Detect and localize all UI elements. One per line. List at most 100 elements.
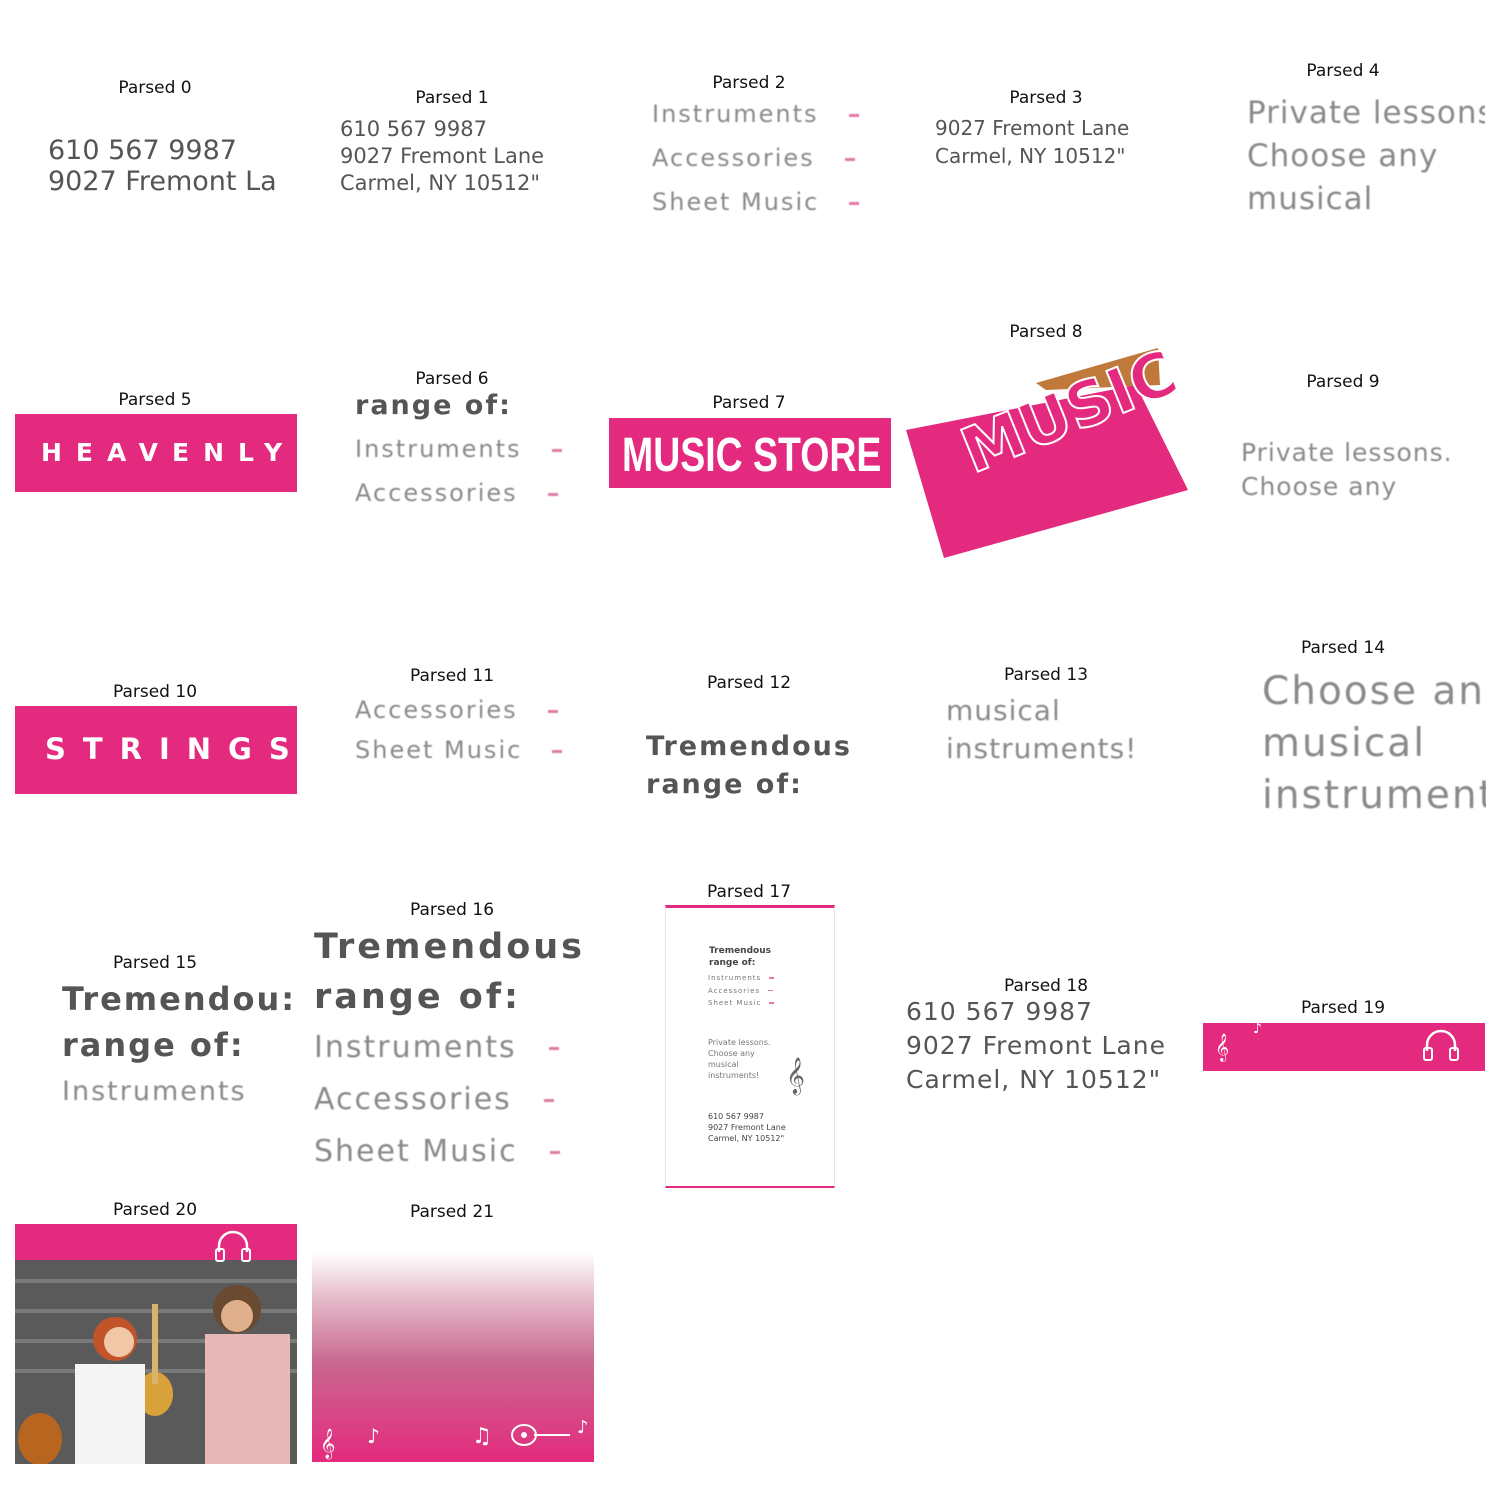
dash-mark <box>552 749 563 753</box>
list-item: Sheet Music <box>314 1126 596 1178</box>
treble-clef-icon: 𝄞 <box>1215 1033 1230 1061</box>
range-text: range of: <box>62 1026 245 1064</box>
tile-15: Tremendou: range of: Instruments <box>62 976 298 1116</box>
dash-mark <box>547 709 558 713</box>
phone-text: 610 567 9987 <box>48 135 237 166</box>
dash-mark <box>549 1151 560 1154</box>
lessons-text: Choose any <box>708 1049 755 1058</box>
caption-11: Parsed 11 <box>409 666 495 686</box>
lessons-text: Choose an <box>1262 669 1485 714</box>
caption-9: Parsed 9 <box>1306 372 1380 392</box>
music-note-icon: ♪ <box>367 1424 380 1448</box>
banner-heavenly: HEAVENLY <box>15 414 297 492</box>
headphones-icon <box>1423 1029 1459 1061</box>
banner-music-store: MUSIC STORE <box>609 418 891 488</box>
lessons-text: instruments! <box>708 1071 760 1080</box>
caption-10: Parsed 10 <box>112 682 198 702</box>
tile-2: Instruments Accessories Sheet Music <box>652 92 897 212</box>
lessons-text: Choose any <box>1247 138 1439 174</box>
list-item: Sheet Music <box>355 730 595 770</box>
city-text: Carmel, NY 10512" <box>340 171 541 195</box>
phone-text: 610 567 9987 <box>708 1112 764 1121</box>
caption-18: Parsed 18 <box>1003 976 1089 996</box>
lessons-text: Private lessons <box>1247 95 1485 131</box>
lessons-text: Private lessons. <box>1241 438 1453 467</box>
caption-2: Parsed 2 <box>712 73 786 93</box>
list-item: Instruments <box>355 427 595 471</box>
list-item: Instruments <box>314 1022 596 1074</box>
tile-9: Private lessons. Choose any <box>1241 436 1486 506</box>
pink-header-strip: 𝄞 ♪ <box>1203 1023 1485 1071</box>
store-photo <box>15 1224 297 1464</box>
list-item: Accessories <box>355 690 595 730</box>
lessons-text: musical <box>1262 721 1427 766</box>
address-text: 9027 Fremont Lane <box>935 116 1130 140</box>
caption-3: Parsed 3 <box>1009 88 1083 108</box>
caption-20: Parsed 20 <box>112 1200 198 1220</box>
pink-gradient-footer: ♪ ♫ ♪ 𝄞 <box>312 1224 594 1462</box>
heading-text: Tremendou: <box>62 980 297 1018</box>
tile-18: 610 567 9987 9027 Fremont Lane Carmel, N… <box>906 995 1188 1100</box>
address-text: 9027 Fremont Lane <box>340 144 545 168</box>
headphones-icon <box>215 1230 251 1262</box>
caption-15: Parsed 15 <box>112 953 198 973</box>
store-photo-graphic <box>15 1224 297 1464</box>
caption-14: Parsed 14 <box>1300 638 1386 658</box>
guitar-icon <box>511 1424 570 1446</box>
caption-21: Parsed 21 <box>409 1202 495 1222</box>
lessons-text: instruments! <box>946 732 1138 765</box>
caption-1: Parsed 1 <box>415 88 489 108</box>
treble-clef-icon: 𝄞 <box>320 1429 336 1459</box>
tile-16: Tremendous range of: Instruments Accesso… <box>314 922 596 1178</box>
tile-4: Private lessons Choose any musical <box>1247 92 1485 222</box>
treble-clef-icon: 𝄞 <box>786 1056 805 1094</box>
caption-17: Parsed 17 <box>706 882 792 902</box>
flyer-panel: Tremendous range of: Instruments Accesso… <box>665 905 835 1188</box>
list-item: Accessories <box>314 1074 596 1126</box>
caption-0: Parsed 0 <box>118 78 192 98</box>
city-text: Carmel, NY 10512" <box>708 1134 785 1143</box>
banner-strings: STRINGS <box>15 706 297 794</box>
tile-1: 610 567 9987 9027 Fremont Lane Carmel, N… <box>340 116 580 201</box>
list-item: Sheet Music <box>708 997 775 1010</box>
dash-mark <box>548 1047 559 1050</box>
caption-5: Parsed 5 <box>118 390 192 410</box>
dash-mark <box>848 113 859 117</box>
dash-mark <box>547 492 558 496</box>
caption-8: Parsed 8 <box>1009 322 1083 342</box>
list-item: Accessories <box>652 136 897 180</box>
range-text: range of: <box>314 977 522 1017</box>
caption-4: Parsed 4 <box>1306 61 1380 81</box>
tile-0: 610 567 9987 9027 Fremont La <box>48 135 298 205</box>
caption-7: Parsed 7 <box>712 393 786 413</box>
list-item: Instruments <box>708 972 775 985</box>
address-text: 9027 Fremont La <box>48 166 277 197</box>
dash-mark <box>543 1099 554 1102</box>
range-text: range of: <box>709 958 756 968</box>
tile-13: musical instruments! <box>946 692 1186 772</box>
lessons-text: instrument <box>1262 773 1486 818</box>
address-text: 9027 Fremont Lane <box>708 1123 786 1132</box>
address-text: 9027 Fremont Lane <box>906 1031 1166 1060</box>
range-text: range of: <box>646 769 803 800</box>
phone-text: 610 567 9987 <box>340 117 487 141</box>
tile-11: Accessories Sheet Music <box>355 690 595 775</box>
music-note-icon: ♪ <box>1253 1023 1262 1037</box>
list-item: Accessories <box>355 471 595 515</box>
list-item: Accessories <box>708 985 774 998</box>
caption-12: Parsed 12 <box>706 673 792 693</box>
heading-text: Tremendous <box>709 946 771 956</box>
range-text: range of: <box>355 390 512 421</box>
lessons-text: Choose any <box>1241 472 1398 501</box>
phone-text: 610 567 9987 <box>906 997 1093 1026</box>
tile-12: Tremendous range of: <box>646 728 891 808</box>
dash-mark <box>849 201 860 205</box>
caption-16: Parsed 16 <box>409 900 495 920</box>
lessons-text: Private lessons. <box>708 1038 771 1047</box>
caption-19: Parsed 19 <box>1300 998 1386 1018</box>
music-note-icon: ♪ <box>577 1417 589 1438</box>
list-item: Instruments <box>652 92 897 136</box>
tile-3: 9027 Fremont Lane Carmel, NY 10512" <box>935 114 1175 174</box>
city-text: Carmel, NY 10512" <box>935 144 1126 168</box>
dash-mark <box>844 157 855 161</box>
